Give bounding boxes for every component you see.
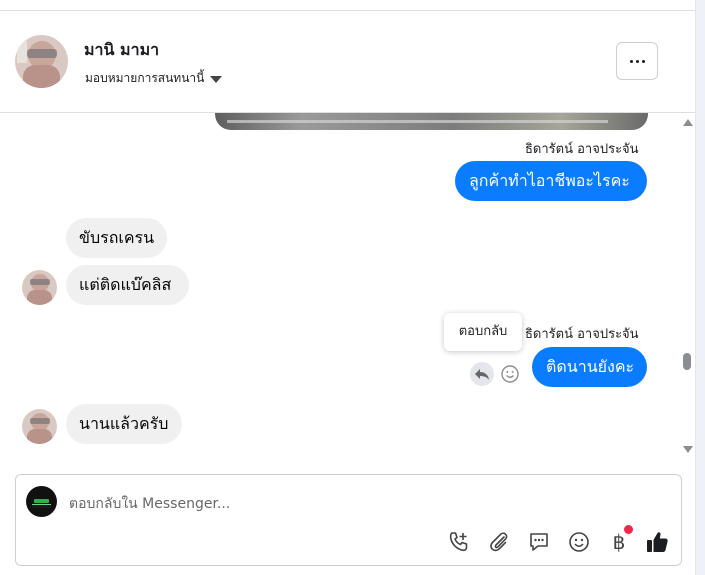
- reply-arrow-icon[interactable]: [470, 362, 494, 386]
- emoji-icon[interactable]: [566, 529, 592, 555]
- page-avatar: [26, 486, 57, 517]
- incoming-message[interactable]: นานแล้วครับ: [66, 404, 182, 444]
- page-logo-mark: [34, 499, 49, 503]
- outgoing-message[interactable]: ลูกค้าทำไอาชีพอะไรคะ: [455, 161, 647, 201]
- thread-scrollbar[interactable]: [680, 113, 694, 459]
- phone-plus-icon[interactable]: [446, 529, 472, 555]
- thumbs-up-icon[interactable]: [644, 529, 670, 555]
- conversation-header: มานิ มามา มอบหมายการสนทนานี้: [0, 11, 695, 113]
- notification-dot: [624, 525, 633, 534]
- smile-icon[interactable]: [500, 364, 520, 384]
- sender-name: ธิดารัตน์ อาจประจัน: [525, 142, 639, 157]
- more-dot: [635, 59, 639, 63]
- sender-name: ธิดารัตน์ อาจประจัน: [525, 327, 639, 342]
- saved-reply-icon[interactable]: [526, 529, 552, 555]
- reply-input[interactable]: [69, 494, 629, 514]
- message-thread[interactable]: ธิดารัตน์ อาจประจัน ลูกค้าทำไอาชีพอะไรคะ…: [0, 113, 695, 459]
- contact-avatar-small: [22, 270, 57, 305]
- reply-tooltip: ตอบกลับ: [444, 313, 522, 351]
- incoming-message[interactable]: แต่ติดแบ๊คลิส: [66, 265, 189, 305]
- paperclip-icon[interactable]: [486, 529, 512, 555]
- more-dot: [629, 59, 633, 63]
- assign-conversation-dropdown[interactable]: มอบหมายการสนทนานี้: [85, 69, 223, 88]
- contact-avatar[interactable]: [15, 35, 68, 88]
- incoming-message[interactable]: ขับรถเครน: [66, 218, 167, 258]
- scroll-up-arrow-icon[interactable]: [683, 119, 693, 126]
- more-dot: [641, 59, 645, 63]
- reply-composer: ฿: [15, 474, 682, 566]
- assign-label: มอบหมายการสนทนานี้: [85, 71, 205, 85]
- outgoing-message[interactable]: ติดนานยังคะ: [532, 347, 647, 387]
- caret-down-icon: [210, 76, 223, 83]
- scrollbar-thumb[interactable]: [683, 353, 691, 370]
- contact-name[interactable]: มานิ มามา: [84, 38, 159, 63]
- page-scrollbar-track: [696, 0, 705, 575]
- image-attachment-partial[interactable]: [215, 113, 648, 130]
- contact-avatar-small: [22, 409, 57, 444]
- page-logo-base: [32, 504, 51, 508]
- more-options-button[interactable]: [616, 42, 658, 80]
- scroll-down-arrow-icon[interactable]: [683, 446, 693, 453]
